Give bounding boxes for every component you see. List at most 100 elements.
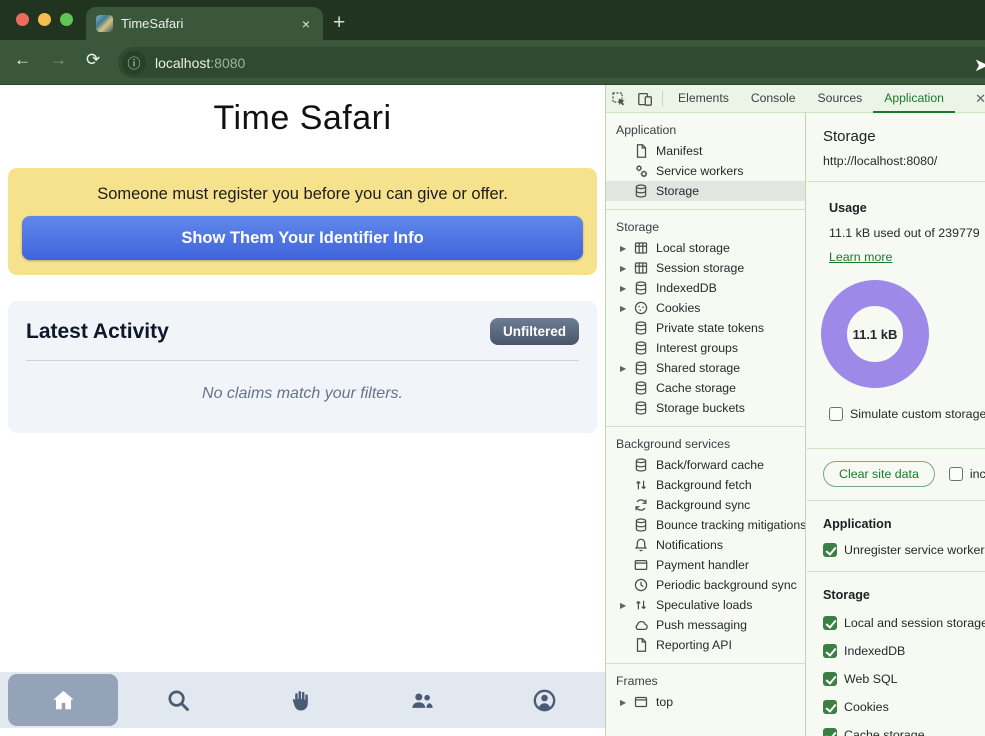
registration-alert: Someone must register you before you can…	[8, 168, 597, 275]
clear-site-data-button[interactable]: Clear site data	[823, 461, 935, 487]
address-bar[interactable]: ⓘ localhost:8080	[118, 47, 985, 78]
sidebar-item-label: Interest groups	[656, 341, 738, 355]
search-icon	[165, 687, 192, 714]
cache-storage-checkbox[interactable]	[823, 728, 837, 736]
third-party-cookies-checkbox[interactable]	[949, 467, 963, 481]
sidebar-item-interest-groups[interactable]: Interest groups	[606, 338, 805, 358]
usage-heading: Usage	[807, 201, 985, 215]
zoom-window-button[interactable]	[60, 13, 73, 26]
sidebar-item-label: Back/forward cache	[656, 458, 764, 472]
nav-home-button[interactable]	[8, 674, 118, 726]
sidebar-item-label: Periodic background sync	[656, 578, 797, 592]
storage-panel: Storage http://localhost:8080/ Usage 11.…	[807, 113, 985, 736]
activity-divider	[26, 360, 579, 361]
sidebar-item-label: Bounce tracking mitigations	[656, 518, 806, 532]
sidebar-item-back-forward-cache[interactable]: Back/forward cache	[606, 455, 805, 475]
reload-icon[interactable]: ⟳	[86, 50, 100, 70]
cookies-checkbox[interactable]	[823, 700, 837, 714]
expander-icon[interactable]: ▶	[620, 244, 633, 253]
devtools-tabs: ElementsConsoleSourcesApplication	[667, 85, 955, 113]
show-identifier-info-button[interactable]: Show Them Your Identifier Info	[22, 216, 583, 260]
inspect-element-icon[interactable]	[606, 89, 632, 109]
expander-icon[interactable]: ▶	[620, 601, 633, 610]
tab-close-icon[interactable]: ×	[299, 16, 313, 32]
alert-text: Someone must register you before you can…	[22, 185, 583, 204]
sidebar-item-top[interactable]: ▶top	[606, 692, 805, 712]
checkbox-label: Cookies	[844, 700, 889, 714]
sidebar-item-indexeddb[interactable]: ▶IndexedDB	[606, 278, 805, 298]
sidebar-item-speculative-loads[interactable]: ▶Speculative loads	[606, 595, 805, 615]
url-text: localhost:8080	[155, 55, 245, 71]
gear-icon	[633, 163, 649, 179]
unfiltered-button[interactable]: Unfiltered	[490, 318, 579, 345]
sidebar-item-background-sync[interactable]: Background sync	[606, 495, 805, 515]
nav-search-button[interactable]	[118, 672, 240, 728]
back-icon[interactable]: ←	[14, 50, 31, 70]
application-checkbox-list: Unregister service workers	[807, 543, 985, 557]
window-controls[interactable]	[16, 13, 73, 26]
devtools-tab-sources[interactable]: Sources	[807, 85, 874, 113]
sidebar-item-local-storage[interactable]: ▶Local storage	[606, 238, 805, 258]
sidebar-item-label: Session storage	[656, 261, 744, 275]
minimize-window-button[interactable]	[38, 13, 51, 26]
sidebar-item-bounce-tracking-mitigations[interactable]: Bounce tracking mitigations	[606, 515, 805, 535]
devtools-tabbar: ElementsConsoleSourcesApplication ✕	[606, 85, 985, 113]
device-toolbar-icon[interactable]	[632, 89, 658, 109]
storage-origin: http://localhost:8080/	[807, 154, 985, 168]
web-sql-checkbox[interactable]	[823, 672, 837, 686]
bottom-navigation	[0, 672, 605, 728]
sidebar-item-payment-handler[interactable]: Payment handler	[606, 555, 805, 575]
devtools-tab-console[interactable]: Console	[740, 85, 807, 113]
indexeddb-checkbox[interactable]	[823, 644, 837, 658]
sidebar-item-background-fetch[interactable]: Background fetch	[606, 475, 805, 495]
sidebar-item-cookies[interactable]: ▶ Cookies	[606, 298, 805, 318]
sidebar-item-label: Background fetch	[656, 478, 752, 492]
people-icon	[409, 687, 436, 714]
sidebar-item-shared-storage[interactable]: ▶Shared storage	[606, 358, 805, 378]
sidebar-item-session-storage[interactable]: ▶ Session storage	[606, 258, 805, 278]
sidebar-item-reporting-api[interactable]: Reporting API	[606, 635, 805, 655]
page-content: Time Safari Someone must register you be…	[0, 85, 605, 736]
sidebar-item-label: Notifications	[656, 538, 723, 552]
expander-icon[interactable]: ▶	[620, 698, 633, 707]
nav-hand-button[interactable]	[240, 672, 362, 728]
database-icon	[633, 380, 649, 396]
nav-people-button[interactable]	[362, 672, 484, 728]
expander-icon[interactable]: ▶	[620, 364, 633, 373]
unregister-service-workers-checkbox[interactable]	[823, 543, 837, 557]
sidebar-item-push-messaging[interactable]: Push messaging	[606, 615, 805, 635]
sidebar-item-label: Cookies	[656, 301, 700, 315]
close-devtools-icon[interactable]: ✕	[975, 91, 985, 107]
local-and-session-storage-checkbox[interactable]	[823, 616, 837, 630]
panel-divider	[807, 571, 985, 572]
devtools-tab-application[interactable]: Application	[873, 85, 955, 113]
sidebar-item-storage[interactable]: Storage	[606, 181, 805, 201]
forward-icon[interactable]: →	[50, 50, 67, 70]
usage-donut-chart: 11.1 kB	[821, 280, 929, 388]
expander-icon[interactable]: ▶	[620, 284, 633, 293]
sidebar-section-application: Application	[606, 113, 805, 141]
checkbox-label: IndexedDB	[844, 644, 905, 658]
sidebar-item-storage-buckets[interactable]: Storage buckets	[606, 398, 805, 418]
nav-person-button[interactable]	[483, 672, 605, 728]
panel-divider	[807, 448, 985, 449]
site-info-icon[interactable]: ⓘ	[122, 51, 146, 75]
latest-activity-title: Latest Activity	[26, 320, 169, 344]
new-tab-button[interactable]: +	[333, 9, 345, 37]
sidebar-item-private-state-tokens[interactable]: Private state tokens	[606, 318, 805, 338]
sidebar-item-cache-storage[interactable]: Cache storage	[606, 378, 805, 398]
sidebar-item-periodic-background-sync[interactable]: Periodic background sync	[606, 575, 805, 595]
learn-more-link[interactable]: Learn more	[829, 250, 892, 264]
sidebar-item-manifest[interactable]: Manifest	[606, 141, 805, 161]
close-window-button[interactable]	[16, 13, 29, 26]
tab-strip: TimeSafari × +	[0, 0, 985, 40]
browser-tab-timesafari[interactable]: TimeSafari ×	[86, 7, 323, 40]
sidebar-item-service-workers[interactable]: Service workers	[606, 161, 805, 181]
expander-icon[interactable]: ▶	[620, 264, 633, 273]
devtools-tab-elements[interactable]: Elements	[667, 85, 740, 113]
hand-icon	[287, 687, 314, 714]
sidebar-section-background-services: Background services	[606, 427, 805, 455]
simulate-storage-checkbox[interactable]	[829, 407, 843, 421]
sidebar-item-notifications[interactable]: Notifications	[606, 535, 805, 555]
expander-icon[interactable]: ▶	[620, 304, 633, 313]
